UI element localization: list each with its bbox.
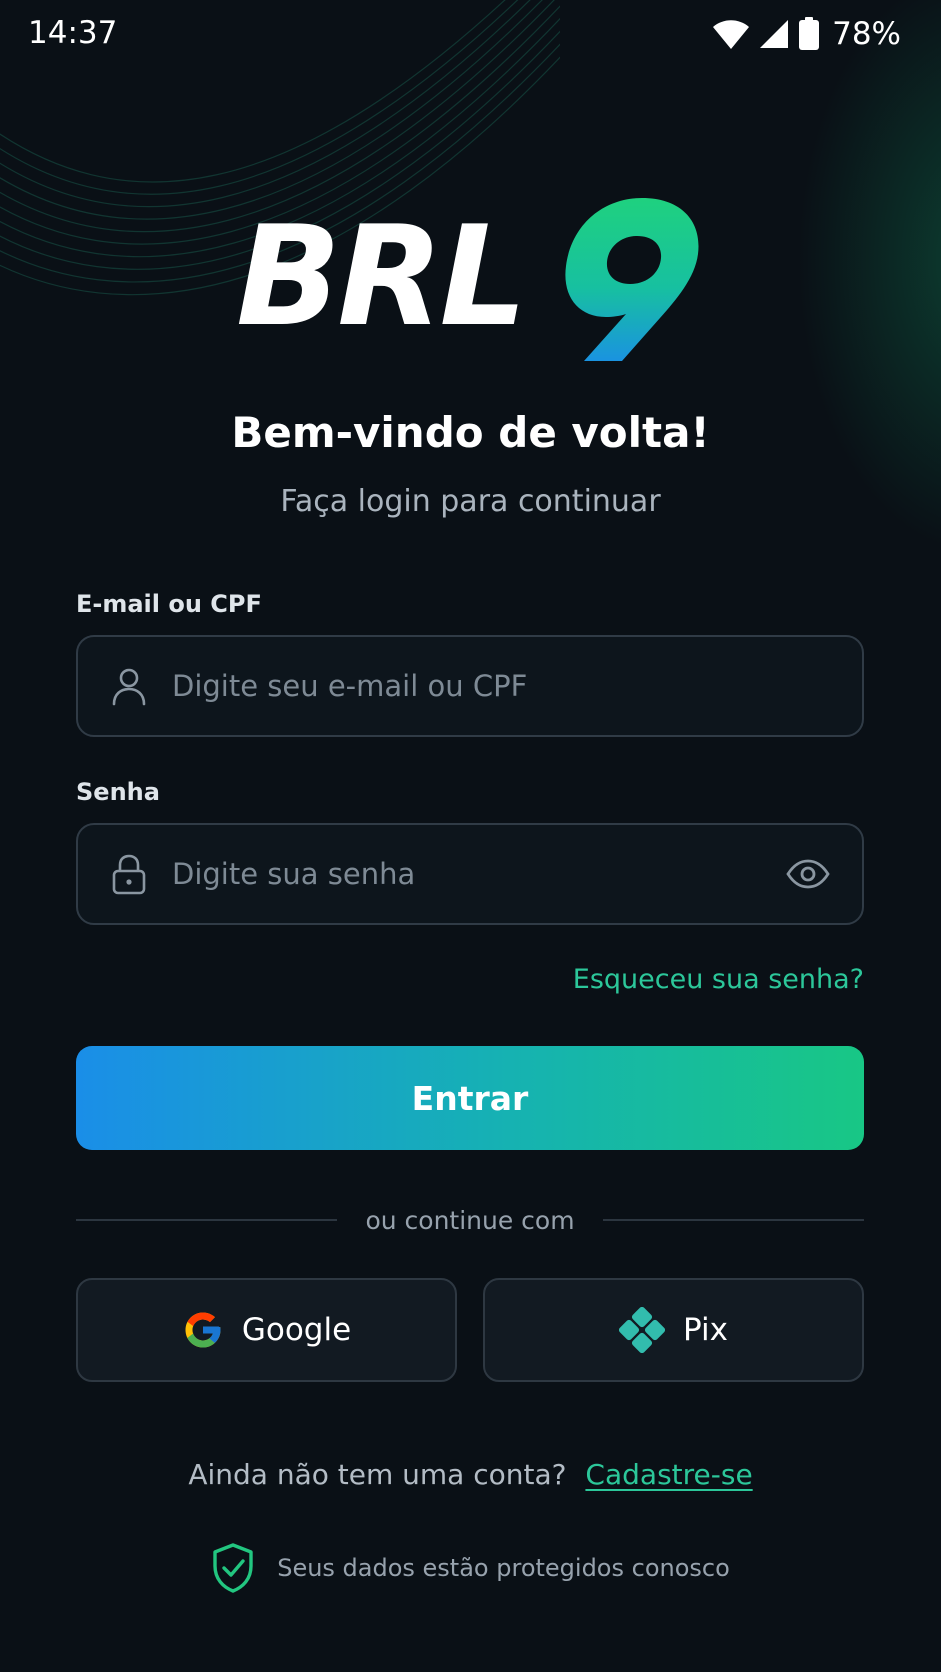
google-login-button[interactable]: Google bbox=[76, 1278, 457, 1382]
email-input[interactable] bbox=[172, 656, 862, 716]
pix-login-button[interactable]: Pix bbox=[483, 1278, 864, 1382]
password-label: Senha bbox=[76, 778, 160, 806]
divider-line-left bbox=[76, 1219, 338, 1221]
wifi-icon bbox=[713, 20, 750, 49]
login-button[interactable]: Entrar bbox=[76, 1046, 864, 1150]
user-icon bbox=[108, 665, 150, 707]
google-icon bbox=[185, 1312, 221, 1348]
lock-icon bbox=[108, 853, 150, 895]
password-field[interactable] bbox=[76, 823, 864, 925]
status-time: 14:37 bbox=[28, 15, 118, 51]
security-note: Seus dados estão protegidos conosco bbox=[0, 1542, 941, 1594]
battery-icon bbox=[799, 17, 820, 50]
battery-percentage: 78% bbox=[832, 16, 901, 52]
signal-icon bbox=[760, 20, 789, 48]
page-title: Bem-vindo de volta! bbox=[231, 408, 710, 457]
pix-label: Pix bbox=[683, 1312, 728, 1348]
google-label: Google bbox=[241, 1312, 352, 1348]
social-divider: ou continue com bbox=[76, 1200, 865, 1240]
page-subtitle: Faça login para continuar bbox=[280, 484, 661, 519]
divider-line-right bbox=[602, 1219, 865, 1221]
pix-icon bbox=[619, 1307, 665, 1353]
shield-check-icon bbox=[213, 1543, 253, 1593]
login-screen: 14:37 78% BRL Bem-vindo de volta! Faça l… bbox=[0, 0, 941, 1672]
brand-logo: BRL bbox=[236, 196, 706, 361]
signup-row: Ainda não tem uma conta? Cadastre-se bbox=[0, 1458, 941, 1491]
email-label: E-mail ou CPF bbox=[76, 590, 262, 618]
eye-icon[interactable] bbox=[784, 850, 832, 898]
signup-prompt: Ainda não tem uma conta? bbox=[188, 1458, 567, 1491]
email-field[interactable] bbox=[76, 635, 864, 737]
signup-link[interactable]: Cadastre-se bbox=[585, 1458, 752, 1491]
password-input[interactable] bbox=[172, 844, 784, 904]
security-text: Seus dados estão protegidos conosco bbox=[277, 1554, 730, 1582]
logo-text: BRL bbox=[236, 196, 527, 357]
divider-text: ou continue com bbox=[365, 1205, 575, 1235]
status-bar: 14:37 78% bbox=[0, 0, 941, 70]
forgot-password-link[interactable]: Esqueceu sua senha? bbox=[573, 964, 864, 995]
logo-nine-mark bbox=[565, 198, 699, 361]
status-icons: 78% bbox=[712, 14, 901, 54]
